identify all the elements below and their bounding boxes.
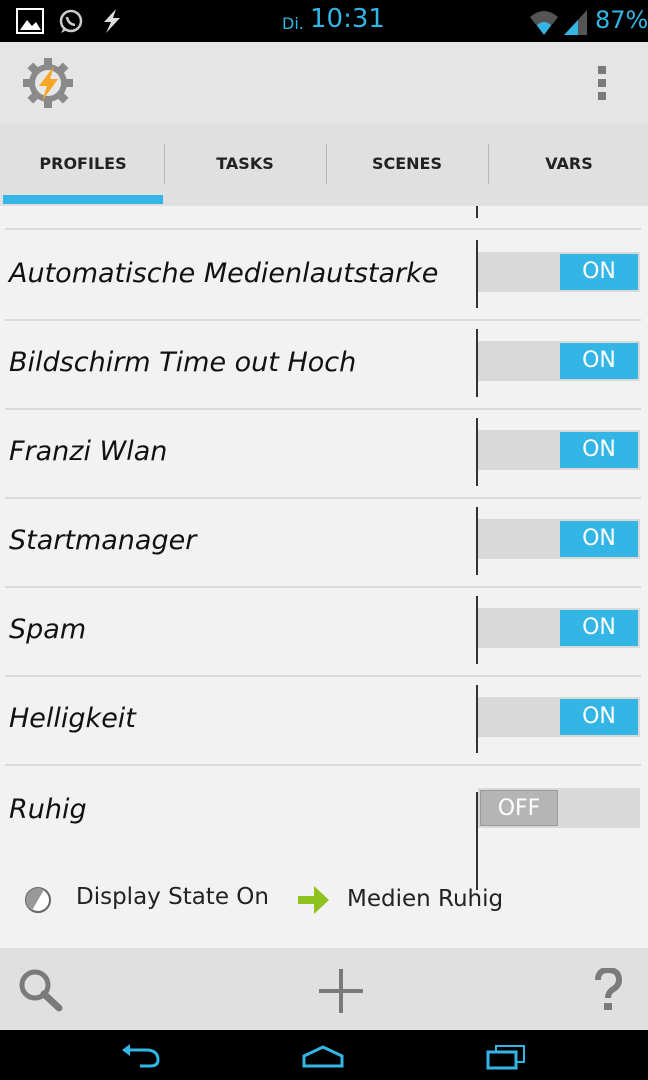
tasker-icon [104,9,120,33]
status-bar: Di. 10:31 87% [0,0,648,42]
list-item[interactable]: Automatische Medienlautstarke ON [5,228,641,321]
profile-name: Helligkeit [9,703,136,734]
navigation-bar [0,1030,648,1080]
toggle-knob: OFF [480,790,558,826]
signal-icon [564,10,587,35]
profile-name: Startmanager [9,525,197,556]
list-item[interactable]: Startmanager ON [5,497,641,588]
profile-toggle[interactable]: ON [478,519,640,559]
back-icon[interactable] [120,1044,162,1068]
selected-tab-indicator [3,195,163,204]
tasker-gear-icon[interactable] [22,57,74,109]
profile-toggle[interactable]: ON [478,341,640,381]
tab-profiles[interactable]: PROFILES [2,124,164,206]
action-bar [0,42,648,124]
tab-tasks[interactable]: TASKS [164,124,326,206]
home-icon[interactable] [302,1044,344,1068]
profile-toggle[interactable]: ON [478,430,640,470]
tab-scenes[interactable]: SCENES [326,124,488,206]
profile-toggle[interactable]: OFF [478,788,640,828]
profile-toggle[interactable]: ON [478,252,640,292]
list-item[interactable]: Ruhig OFF [5,766,641,946]
whatsapp-icon [59,9,83,33]
overflow-menu-icon[interactable] [598,66,608,105]
divider-line [476,206,478,218]
toggle-knob: ON [560,699,638,735]
recents-icon[interactable] [486,1044,526,1070]
add-icon[interactable] [318,968,364,1014]
profile-name: Bildschirm Time out Hoch [9,347,357,378]
toggle-knob: ON [560,254,638,290]
search-icon[interactable] [18,968,64,1012]
gallery-icon [16,8,44,34]
profile-name: Spam [9,614,87,645]
list-item[interactable]: Bildschirm Time out Hoch ON [5,319,641,410]
toggle-knob: ON [560,610,638,646]
profile-name: Automatische Medienlautstarke [9,258,439,289]
profile-toggle[interactable]: ON [478,697,640,737]
bottom-toolbar [0,948,648,1030]
status-day: Di. [282,14,304,33]
profile-list: Automatische Medienlautstarke ON Bildsch… [0,206,648,948]
status-time: 10:31 [310,4,385,34]
list-item[interactable]: Spam ON [5,586,641,677]
toggle-knob: ON [560,432,638,468]
help-icon[interactable] [594,968,622,1012]
tab-vars[interactable]: VARS [488,124,648,206]
battery-percent: 87% [595,6,648,34]
context-display-state[interactable]: Display State On [76,884,269,910]
task-medien-ruhig[interactable]: Medien Ruhig [347,886,503,912]
toggle-knob: ON [560,521,638,557]
list-item[interactable]: Franzi Wlan ON [5,408,641,499]
profile-name: Ruhig [9,794,87,825]
display-state-icon [25,887,51,913]
profile-name: Franzi Wlan [9,436,168,467]
profile-toggle[interactable]: ON [478,608,640,648]
task-arrow-icon [298,886,329,914]
list-item[interactable]: Helligkeit ON [5,675,641,766]
toggle-knob: ON [560,343,638,379]
wifi-icon [530,11,558,35]
